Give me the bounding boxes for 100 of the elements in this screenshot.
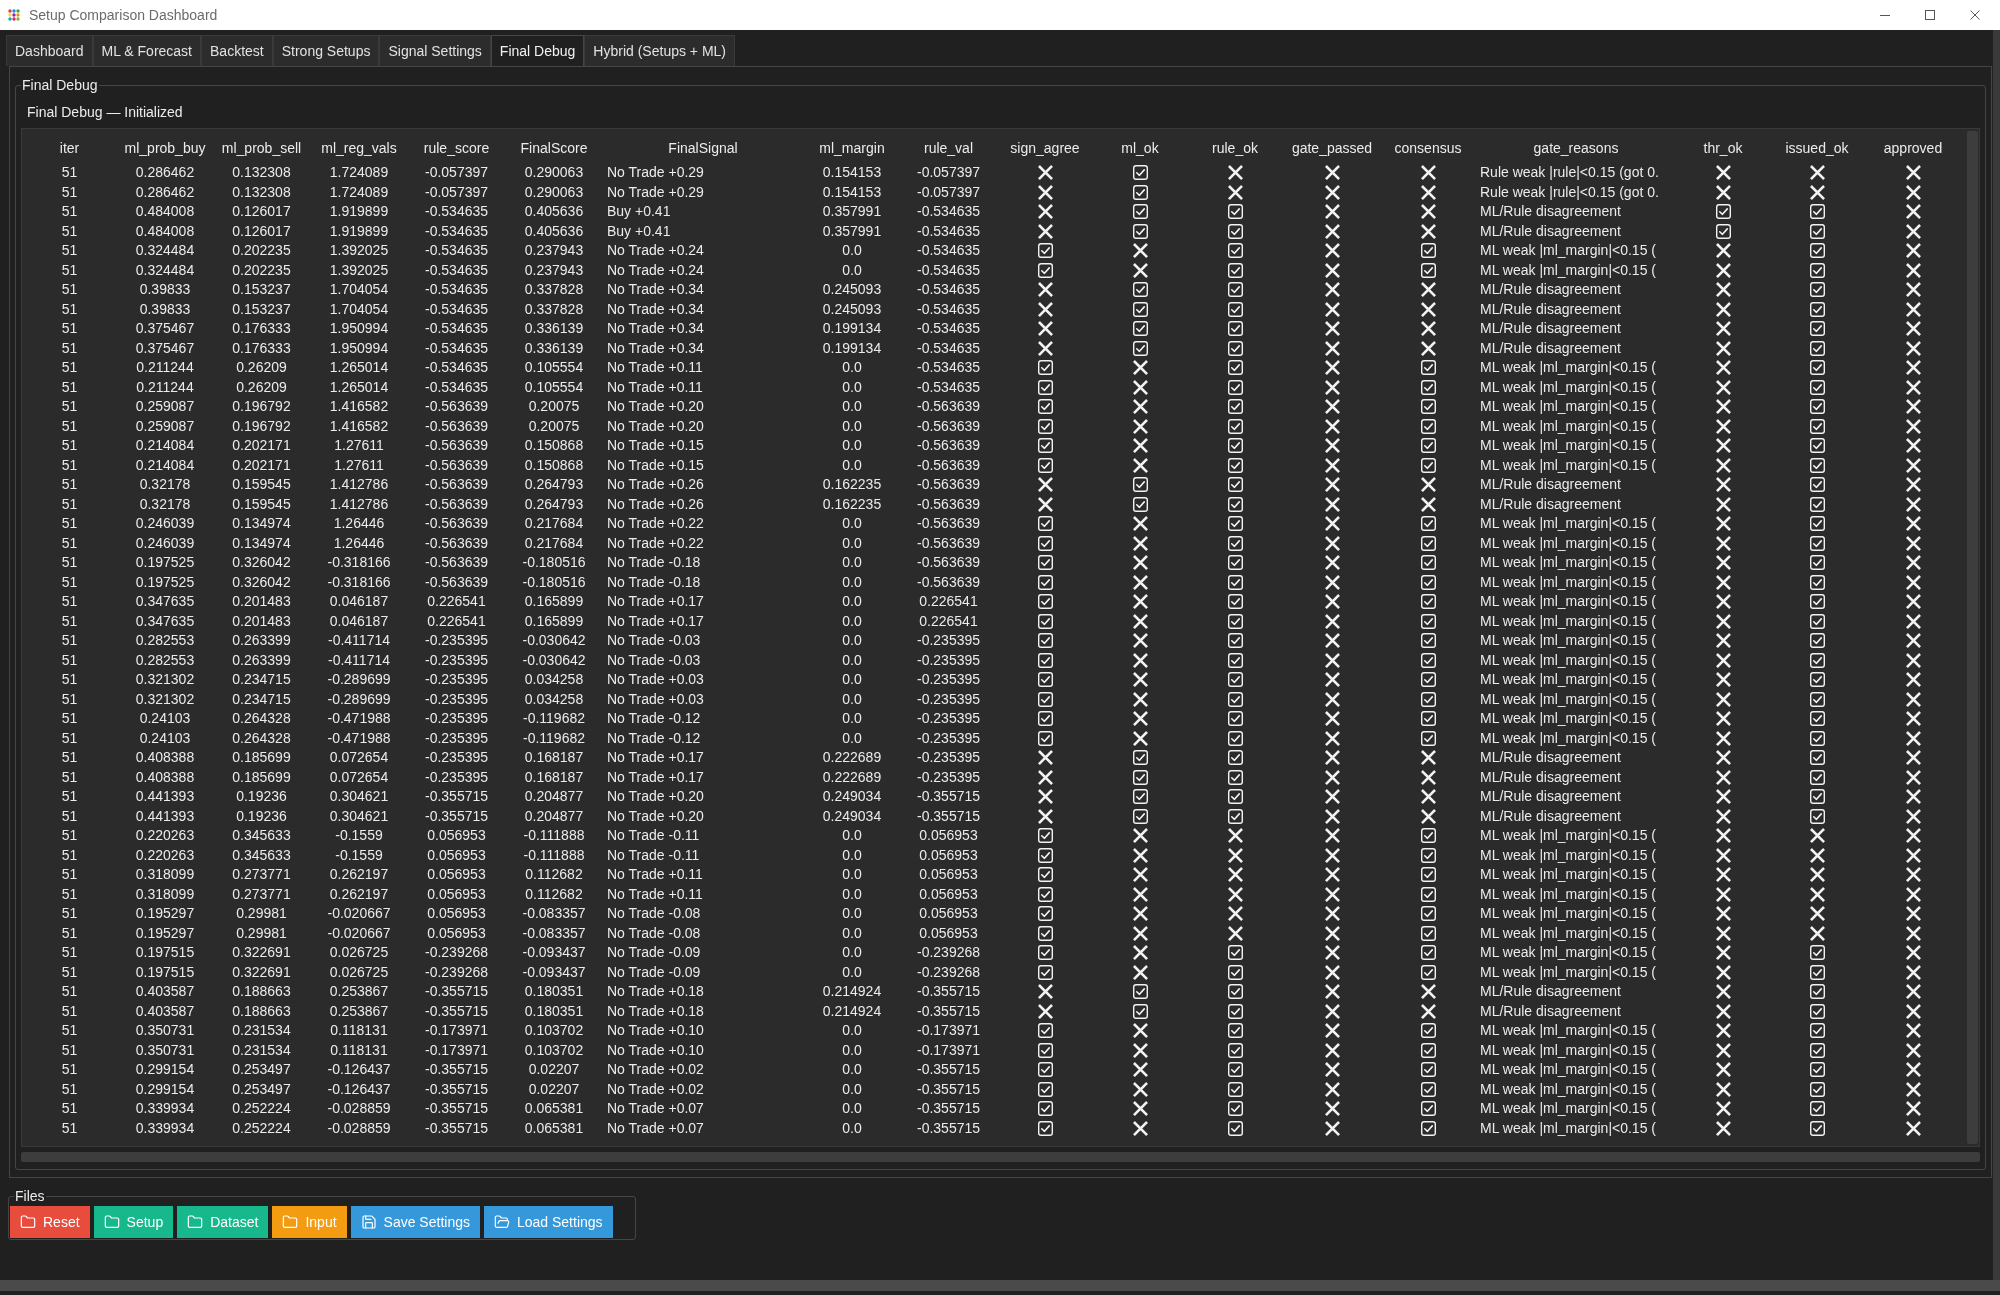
status-text: No Trade -0.12 xyxy=(607,729,701,747)
value-text: 0.126017 xyxy=(232,203,291,221)
tab[interactable]: Signal Settings xyxy=(379,35,491,66)
value-text: 0.105554 xyxy=(524,378,584,396)
value-text: 0.26209 xyxy=(236,378,287,396)
tab[interactable]: ML & Forecast xyxy=(92,35,201,66)
value-text: -0.173971 xyxy=(424,1041,489,1059)
value-text: 0.0 xyxy=(842,1041,862,1059)
value-text: -0.126437 xyxy=(327,1080,391,1098)
status-text: No Trade +0.18 xyxy=(607,983,704,1001)
status-text: ML weak |ml_margin|<0.15 ( xyxy=(1480,632,1656,650)
status-text: ML weak |ml_margin|<0.15 ( xyxy=(1480,924,1656,942)
value-text: 51 xyxy=(61,944,78,962)
value-text: 0.0 xyxy=(842,690,862,708)
value-text: 1.416582 xyxy=(329,417,389,435)
value-text: 0.0 xyxy=(842,866,862,884)
status-text: No Trade -0.11 xyxy=(607,846,700,864)
status-text: No Trade +0.24 xyxy=(607,242,704,260)
value-text: 51 xyxy=(61,495,78,513)
vertical-scrollbar[interactable] xyxy=(1993,30,2000,1280)
value-text: -0.355715 xyxy=(424,1080,489,1098)
value-text: 0.202235 xyxy=(232,261,291,279)
value-text: -0.173971 xyxy=(916,1022,981,1040)
value-text: 51 xyxy=(61,1119,78,1137)
status-text: No Trade +0.20 xyxy=(607,398,704,416)
value-text: -0.057397 xyxy=(916,183,981,201)
value-text: -0.235395 xyxy=(916,729,981,747)
value-text: 0.126017 xyxy=(232,222,291,240)
value-text: 0.237943 xyxy=(524,261,584,279)
column-header[interactable]: thr_ok xyxy=(1703,139,1743,157)
status-text: ML/Rule disagreement xyxy=(1480,749,1621,767)
value-text: 0.056953 xyxy=(919,885,978,903)
value-text: -0.180516 xyxy=(522,554,586,572)
status-text: No Trade -0.18 xyxy=(607,573,701,591)
value-text: 51 xyxy=(61,534,78,552)
status-text: ML weak |ml_margin|<0.15 ( xyxy=(1480,554,1656,572)
value-text: 0.065381 xyxy=(524,1119,584,1137)
status-text: No Trade +0.11 xyxy=(607,359,703,377)
value-text: -0.119682 xyxy=(523,729,585,747)
value-text: 1.724089 xyxy=(329,164,389,182)
column-header[interactable]: rule_val xyxy=(924,139,973,157)
horizontal-scrollbar[interactable] xyxy=(21,1152,1980,1162)
value-text: 0.132308 xyxy=(232,183,291,201)
value-text: 0.165899 xyxy=(524,593,584,611)
column-header[interactable]: rule_score xyxy=(423,139,490,157)
value-text: -0.239268 xyxy=(916,944,981,962)
value-text: 0.24103 xyxy=(139,710,191,728)
value-text: 0.0 xyxy=(842,378,862,396)
value-text: -0.083357 xyxy=(522,924,586,942)
status-text: ML weak |ml_margin|<0.15 ( xyxy=(1480,612,1656,630)
value-text: 0.347635 xyxy=(135,612,195,630)
value-text: -0.028859 xyxy=(327,1119,391,1137)
value-text: 0.19236 xyxy=(236,807,287,825)
column-header[interactable]: ml_prob_buy xyxy=(124,139,206,157)
tab[interactable]: Backtest xyxy=(201,35,273,66)
column-header[interactable]: ml_margin xyxy=(819,139,885,157)
value-text: -0.534635 xyxy=(916,242,981,260)
value-text: 0.234715 xyxy=(232,671,291,689)
value-text: 1.919899 xyxy=(329,222,389,240)
horizontal-scrollbar[interactable] xyxy=(0,1280,2000,1291)
status-text: ML weak |ml_margin|<0.15 ( xyxy=(1480,242,1656,260)
value-text: 1.265014 xyxy=(329,378,389,396)
value-text: 0.214924 xyxy=(822,983,882,1001)
value-text: -0.093437 xyxy=(522,963,586,981)
status-text: Rule weak |rule|<0.15 (got 0. xyxy=(1480,164,1659,182)
column-header[interactable]: iter xyxy=(59,139,80,157)
status-text: No Trade +0.15 xyxy=(607,456,704,474)
tab[interactable]: Hybrid (Setups + ML) xyxy=(584,35,736,66)
column-header[interactable]: gate_reasons xyxy=(1533,139,1619,157)
column-header[interactable]: ml_ok xyxy=(1121,139,1159,157)
column-header[interactable]: issued_ok xyxy=(1785,139,1849,157)
value-text: 51 xyxy=(61,690,78,708)
value-text: 0.056953 xyxy=(427,905,486,923)
column-header[interactable]: sign_agree xyxy=(1010,139,1080,157)
value-text: 0.290063 xyxy=(524,164,584,182)
value-text: -0.057397 xyxy=(424,183,489,201)
column-header[interactable]: ml_prob_sell xyxy=(221,139,302,157)
value-text: 0.249034 xyxy=(822,807,882,825)
column-header[interactable]: FinalSignal xyxy=(668,139,738,157)
status-text: No Trade +0.26 xyxy=(607,476,704,494)
status-text: No Trade +0.02 xyxy=(607,1080,704,1098)
status-text: ML weak |ml_margin|<0.15 ( xyxy=(1480,1022,1656,1040)
column-header[interactable]: rule_ok xyxy=(1212,139,1258,157)
tab[interactable]: Strong Setups xyxy=(272,35,380,66)
column-header[interactable]: FinalScore xyxy=(520,139,588,157)
tab[interactable]: Dashboard xyxy=(6,35,93,66)
status-text: ML/Rule disagreement xyxy=(1480,476,1621,494)
status-text: ML weak |ml_margin|<0.15 ( xyxy=(1480,1061,1656,1079)
value-text: 1.412786 xyxy=(329,476,389,494)
status-text: No Trade +0.17 xyxy=(607,768,704,786)
file-button[interactable]: Reset xyxy=(10,1206,90,1238)
tab[interactable]: Final Debug xyxy=(490,35,585,66)
column-header[interactable]: consensus xyxy=(1394,139,1462,157)
status-text: No Trade +0.10 xyxy=(607,1041,704,1059)
value-text: -0.471988 xyxy=(327,729,391,747)
column-header[interactable]: ml_reg_vals xyxy=(321,139,397,157)
column-header[interactable]: gate_passed xyxy=(1291,139,1373,157)
value-text: 0.112682 xyxy=(525,866,583,884)
column-header[interactable]: approved xyxy=(1883,139,1943,157)
value-text: 0.065381 xyxy=(524,1100,584,1118)
